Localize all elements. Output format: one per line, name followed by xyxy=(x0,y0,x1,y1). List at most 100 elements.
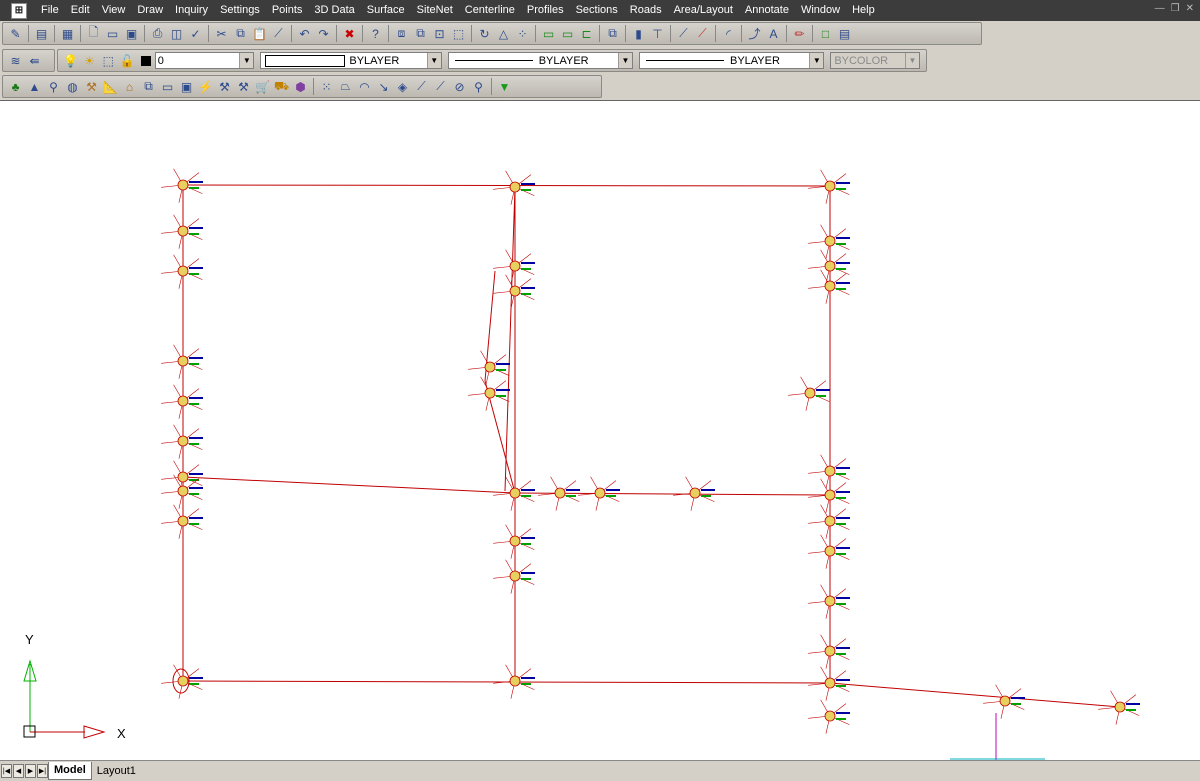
drawing-canvas[interactable]: Y X xyxy=(0,100,1200,761)
menu-item-area-layout[interactable]: Area/Layout xyxy=(668,0,739,21)
point-edit-icon[interactable]: ◈ xyxy=(394,78,411,95)
survey-point[interactable] xyxy=(161,664,203,699)
curve-icon[interactable]: ◠ xyxy=(356,78,373,95)
polyline-icon[interactable]: ⏢ xyxy=(337,78,354,95)
next-tab-icon[interactable]: ▶ xyxy=(25,764,36,778)
prev-tab-icon[interactable]: ◀ xyxy=(13,764,24,778)
menu-item-sitenet[interactable]: SiteNet xyxy=(411,0,459,21)
delete-icon[interactable]: ✖ xyxy=(341,25,358,42)
lock-icon[interactable]: 🔓 xyxy=(119,52,136,69)
trim-icon[interactable]: ⟋ xyxy=(694,25,711,42)
survey-point[interactable] xyxy=(808,634,850,669)
linetype-select[interactable]: BYLAYER ▼ xyxy=(260,52,442,69)
menu-item-draw[interactable]: Draw xyxy=(131,0,169,21)
color-select[interactable]: BYCOLOR ▼ xyxy=(830,52,920,69)
survey-point[interactable] xyxy=(493,559,535,594)
tab-model[interactable]: Model xyxy=(48,762,92,780)
survey-point[interactable] xyxy=(161,344,203,379)
match-properties-icon[interactable]: ⟋ xyxy=(270,25,287,42)
menu-item-inquiry[interactable]: Inquiry xyxy=(169,0,214,21)
shovel-icon[interactable]: ⚒ xyxy=(83,78,100,95)
last-tab-icon[interactable]: ▶| xyxy=(37,764,48,778)
chevron-down-icon[interactable]: ▼ xyxy=(618,53,632,68)
survey-point[interactable] xyxy=(161,254,203,289)
mirror-icon[interactable]: △ xyxy=(495,25,512,42)
plotstyle-select[interactable]: BYLAYER ▼ xyxy=(639,52,825,69)
survey-point[interactable] xyxy=(493,524,535,559)
app-icon[interactable]: ⊞ xyxy=(11,2,27,19)
first-tab-icon[interactable]: |◀ xyxy=(1,764,12,778)
tab-layout1[interactable]: Layout1 xyxy=(92,763,141,780)
eraser-icon[interactable]: ✏ xyxy=(791,25,808,42)
measure-icon[interactable]: ▮ xyxy=(630,25,647,42)
dimension-icon[interactable]: ⊤ xyxy=(649,25,666,42)
survey-point[interactable] xyxy=(808,249,850,284)
survey-point[interactable] xyxy=(161,504,203,539)
rotate-icon[interactable]: ↻ xyxy=(476,25,493,42)
menu-item-profiles[interactable]: Profiles xyxy=(521,0,570,21)
array-icon[interactable]: ⁘ xyxy=(514,25,531,42)
survey-point[interactable] xyxy=(493,476,535,511)
menu-item-settings[interactable]: Settings xyxy=(214,0,266,21)
chevron-down-icon[interactable]: ▼ xyxy=(809,53,824,68)
redo-icon[interactable]: ↷ xyxy=(315,25,332,42)
lightning-icon[interactable]: ⚡ xyxy=(197,78,214,95)
stretch-icon[interactable]: ⤴ xyxy=(746,25,763,42)
survey-point[interactable] xyxy=(808,478,850,513)
menu-item-help[interactable]: Help xyxy=(846,0,881,21)
copy-icon[interactable]: ⧉ xyxy=(232,25,249,42)
cad-drawing[interactable]: Y X xyxy=(0,101,1200,760)
chevron-down-icon[interactable]: ▼ xyxy=(239,53,254,68)
survey-point[interactable] xyxy=(808,534,850,569)
survey-point[interactable] xyxy=(161,214,203,249)
vp-freeze-icon[interactable]: ⬚ xyxy=(100,52,117,69)
menu-item-sections[interactable]: Sections xyxy=(570,0,624,21)
menu-item-centerline[interactable]: Centerline xyxy=(459,0,521,21)
close-icon[interactable]: ✕ xyxy=(1186,3,1194,14)
menu-item-3d-data[interactable]: 3D Data xyxy=(308,0,360,21)
survey-point[interactable] xyxy=(161,424,203,459)
minimize-icon[interactable]: — xyxy=(1155,3,1165,14)
package-icon[interactable]: ⬢ xyxy=(292,78,309,95)
pencil-icon[interactable]: ✎ xyxy=(7,25,24,42)
rectangle-icon[interactable]: ▭ xyxy=(540,25,557,42)
vertex-icon[interactable]: ⟋ xyxy=(413,78,430,95)
group-icon[interactable]: ⧈ xyxy=(393,25,410,42)
survey-point[interactable] xyxy=(493,274,535,309)
search-icon[interactable]: ⚲ xyxy=(470,78,487,95)
preview-icon[interactable]: ◫ xyxy=(168,25,185,42)
open-folder-icon[interactable]: ▭ xyxy=(104,25,121,42)
survey-point[interactable] xyxy=(788,376,830,411)
magnifier-icon[interactable]: ⚲ xyxy=(45,78,62,95)
filter-funnel-icon[interactable]: ▼ xyxy=(496,78,513,95)
lineweight-select[interactable]: BYLAYER ▼ xyxy=(447,52,633,69)
zoom-window-icon[interactable]: ▭ xyxy=(559,25,576,42)
menu-item-file[interactable]: File xyxy=(35,0,65,21)
hammer-icon[interactable]: ⚒ xyxy=(235,78,252,95)
survey-point[interactable] xyxy=(808,269,850,304)
cart-icon[interactable]: 🛒 xyxy=(254,78,271,95)
survey-point[interactable] xyxy=(808,454,850,489)
ruler-icon[interactable]: 📐 xyxy=(102,78,119,95)
window-tile-icon[interactable]: □ xyxy=(817,25,834,42)
copy-data-icon[interactable]: ⧉ xyxy=(140,78,157,95)
menu-item-points[interactable]: Points xyxy=(266,0,309,21)
offset-icon[interactable]: ⟋ xyxy=(432,78,449,95)
scale-icon[interactable]: ⬚ xyxy=(450,25,467,42)
insert-icon[interactable]: ⊡ xyxy=(431,25,448,42)
survey-point[interactable] xyxy=(808,169,850,204)
properties-icon[interactable]: ▤ xyxy=(836,25,853,42)
layer-manager-icon[interactable]: ≋ xyxy=(7,52,24,69)
menu-item-window[interactable]: Window xyxy=(795,0,846,21)
survey-point[interactable] xyxy=(808,504,850,539)
tree-icon[interactable]: ♣ xyxy=(7,78,24,95)
chevron-down-icon[interactable]: ▼ xyxy=(904,53,919,68)
block-icon[interactable]: ⧉ xyxy=(412,25,429,42)
photo-icon[interactable]: ▣ xyxy=(178,78,195,95)
layer-states-icon[interactable]: ⧉ xyxy=(604,25,621,42)
spell-check-icon[interactable]: ✓ xyxy=(187,25,204,42)
building-icon[interactable]: ⌂ xyxy=(121,78,138,95)
break-icon[interactable]: ⊘ xyxy=(451,78,468,95)
new-file-icon[interactable]: 🗋 xyxy=(85,25,102,42)
line-icon[interactable]: ⟋ xyxy=(675,25,692,42)
